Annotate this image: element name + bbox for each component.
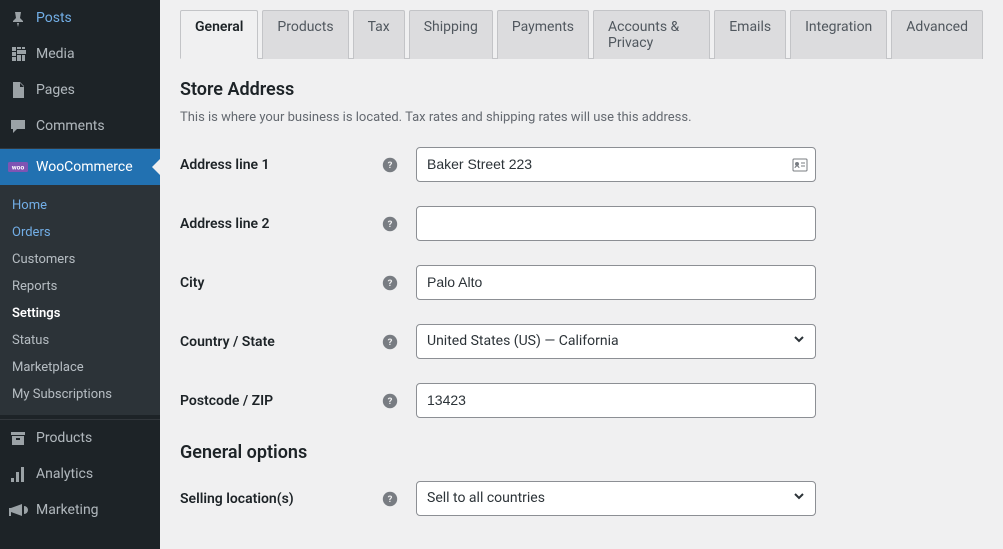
- svg-text:?: ?: [388, 494, 393, 505]
- svg-text:?: ?: [388, 160, 393, 171]
- woocommerce-submenu: Home Orders Customers Reports Settings S…: [0, 185, 160, 415]
- sidebar-item-label: Posts: [36, 9, 72, 27]
- sidebar-item-label: Analytics: [36, 465, 93, 483]
- svg-text:?: ?: [388, 337, 393, 348]
- label-selling: Selling location(s): [180, 491, 380, 507]
- sidebar-item-posts[interactable]: Posts: [0, 0, 160, 36]
- svg-text:?: ?: [388, 396, 393, 407]
- help-icon[interactable]: ?: [380, 391, 400, 411]
- selling-select[interactable]: Sell to all countries: [416, 481, 816, 516]
- tab-general[interactable]: General: [180, 10, 258, 59]
- tab-shipping[interactable]: Shipping: [409, 10, 493, 59]
- submenu-item-marketplace[interactable]: Marketplace: [0, 354, 160, 381]
- help-icon[interactable]: ?: [380, 489, 400, 509]
- address1-input[interactable]: [416, 147, 816, 182]
- sidebar-item-media[interactable]: Media: [0, 36, 160, 72]
- submenu-item-subscriptions[interactable]: My Subscriptions: [0, 381, 160, 408]
- tab-accounts[interactable]: Accounts & Privacy: [593, 10, 710, 59]
- tab-tax[interactable]: Tax: [353, 10, 405, 59]
- tab-products[interactable]: Products: [262, 10, 348, 59]
- row-postcode: Postcode / ZIP ?: [180, 383, 983, 418]
- section-heading-store: Store Address: [180, 79, 983, 100]
- row-country: Country / State ? United States (US) — C…: [180, 324, 983, 359]
- sidebar-item-label: Media: [36, 45, 75, 63]
- sidebar-item-woocommerce[interactable]: woo WooCommerce: [0, 149, 160, 185]
- woo-icon: woo: [8, 157, 28, 177]
- sidebar-item-pages[interactable]: Pages: [0, 72, 160, 108]
- selling-select-value: Sell to all countries: [427, 488, 545, 509]
- tab-emails[interactable]: Emails: [714, 10, 786, 59]
- help-icon[interactable]: ?: [380, 273, 400, 293]
- page-icon: [8, 80, 28, 100]
- svg-text:woo: woo: [12, 164, 25, 172]
- sidebar-item-label: Pages: [36, 81, 75, 99]
- address2-input[interactable]: [416, 206, 816, 241]
- city-input[interactable]: [416, 265, 816, 300]
- submenu-item-home[interactable]: Home: [0, 192, 160, 219]
- submenu-item-orders[interactable]: Orders: [0, 219, 160, 246]
- label-city: City: [180, 275, 380, 291]
- help-icon[interactable]: ?: [380, 214, 400, 234]
- row-address2: Address line 2 ?: [180, 206, 983, 241]
- svg-text:?: ?: [388, 278, 393, 289]
- country-select-value: United States (US) — California: [427, 331, 619, 352]
- chart-icon: [8, 464, 28, 484]
- tab-advanced[interactable]: Advanced: [891, 10, 983, 59]
- sidebar-item-products[interactable]: Products: [0, 420, 160, 456]
- chevron-down-icon: [793, 488, 805, 509]
- section-description: This is where your business is located. …: [180, 110, 983, 125]
- sidebar-item-label: Marketing: [36, 501, 99, 519]
- chevron-down-icon: [793, 331, 805, 352]
- section-heading-general: General options: [180, 442, 983, 463]
- sidebar-item-label: Products: [36, 429, 92, 447]
- comment-icon: [8, 116, 28, 136]
- svg-text:?: ?: [388, 219, 393, 230]
- label-country: Country / State: [180, 334, 380, 350]
- tab-payments[interactable]: Payments: [497, 10, 589, 59]
- submenu-item-settings[interactable]: Settings: [0, 300, 160, 327]
- pin-icon: [8, 8, 28, 28]
- sidebar-item-comments[interactable]: Comments: [0, 108, 160, 144]
- main-content: General Products Tax Shipping Payments A…: [160, 0, 1003, 549]
- settings-tabs: General Products Tax Shipping Payments A…: [180, 0, 983, 59]
- megaphone-icon: [8, 500, 28, 520]
- label-postcode: Postcode / ZIP: [180, 393, 380, 409]
- admin-sidebar: Posts Media Pages Comments woo WooCommer…: [0, 0, 160, 549]
- submenu-item-customers[interactable]: Customers: [0, 246, 160, 273]
- help-icon[interactable]: ?: [380, 155, 400, 175]
- tab-integration[interactable]: Integration: [790, 10, 887, 59]
- label-address2: Address line 2: [180, 216, 380, 232]
- contact-card-icon: [792, 157, 808, 173]
- country-select[interactable]: United States (US) — California: [416, 324, 816, 359]
- submenu-item-reports[interactable]: Reports: [0, 273, 160, 300]
- help-icon[interactable]: ?: [380, 332, 400, 352]
- sidebar-item-label: WooCommerce: [36, 158, 133, 176]
- media-icon: [8, 44, 28, 64]
- sidebar-item-label: Comments: [36, 117, 105, 135]
- label-address1: Address line 1: [180, 157, 380, 173]
- row-city: City ?: [180, 265, 983, 300]
- archive-icon: [8, 428, 28, 448]
- sidebar-item-analytics[interactable]: Analytics: [0, 456, 160, 492]
- row-address1: Address line 1 ?: [180, 147, 983, 182]
- sidebar-item-marketing[interactable]: Marketing: [0, 492, 160, 528]
- row-selling: Selling location(s) ? Sell to all countr…: [180, 481, 983, 516]
- postcode-input[interactable]: [416, 383, 816, 418]
- submenu-item-status[interactable]: Status: [0, 327, 160, 354]
